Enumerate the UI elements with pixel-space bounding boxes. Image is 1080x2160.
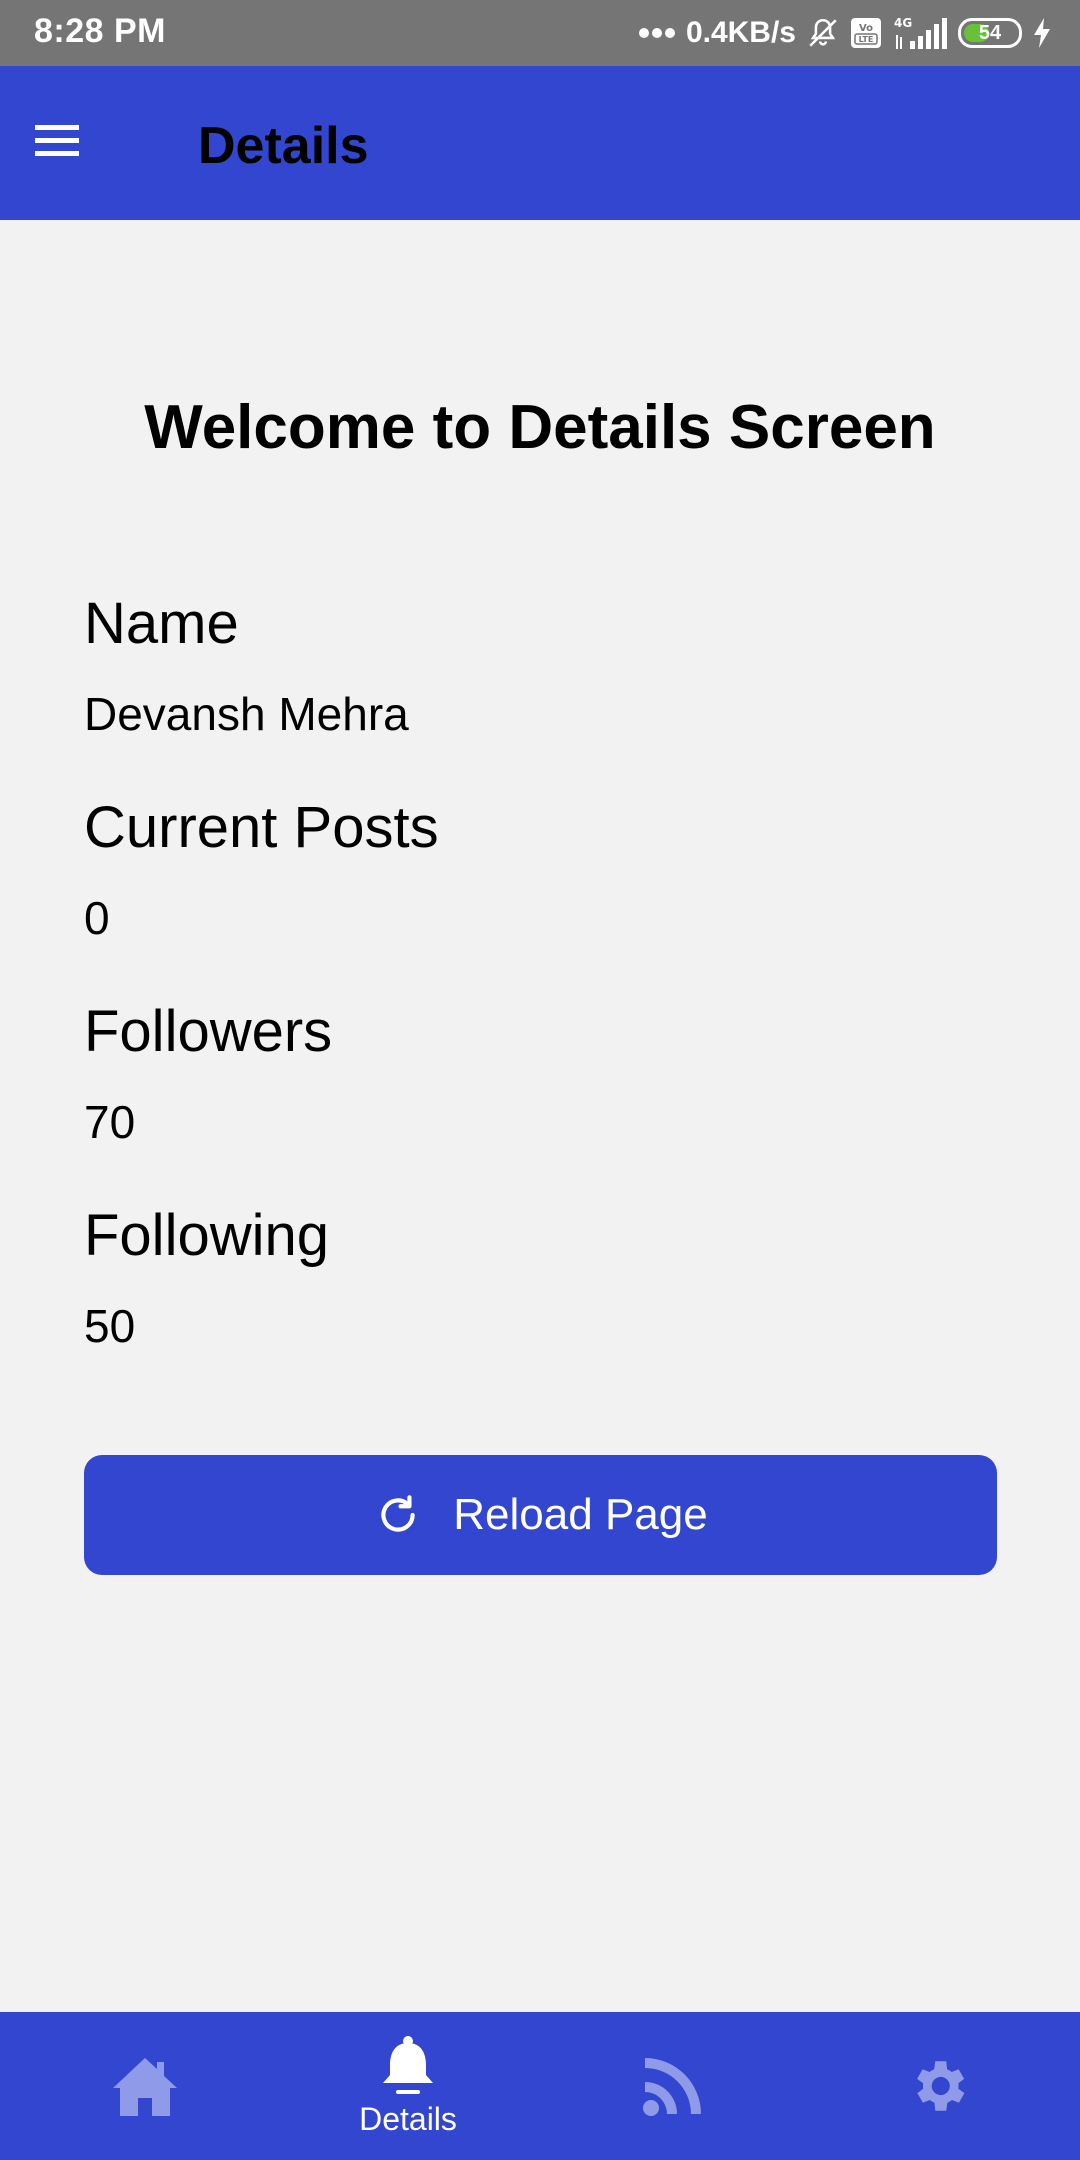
name-value: Devansh Mehra	[84, 688, 409, 740]
home-icon	[113, 2058, 177, 2116]
volte-icon: Vo LTE	[851, 18, 881, 48]
status-bar: 8:28 PM 0.4KB/s Vo LTE 4G 54	[0, 0, 1080, 66]
nav-label-details: Details	[359, 2100, 457, 2137]
status-time: 8:28 PM	[34, 12, 166, 50]
refresh-icon	[381, 1495, 415, 1532]
rss-feed-icon	[643, 2058, 701, 2116]
name-label: Name	[84, 591, 239, 656]
svg-text:LTE: LTE	[859, 35, 874, 44]
following-label: Following	[84, 1203, 329, 1268]
nav-item-settings[interactable]	[803, 2012, 1073, 2160]
reload-page-label: Reload Page	[453, 1490, 708, 1539]
followers-value: 70	[84, 1096, 136, 1148]
reload-page-button[interactable]: Reload Page	[84, 1455, 997, 1575]
nav-item-home[interactable]	[10, 2012, 280, 2160]
followers-label: Followers	[84, 999, 333, 1064]
svg-text:Vo: Vo	[859, 23, 873, 34]
bell-off-icon	[809, 18, 837, 47]
current-posts-value: 0	[84, 892, 110, 944]
nav-item-details[interactable]: Details	[273, 2012, 543, 2160]
network-speed: 0.4KB/s	[685, 16, 796, 49]
gear-icon	[917, 2061, 965, 2111]
network-type-label: 4G	[894, 16, 912, 30]
following-value: 50	[84, 1300, 136, 1352]
bottom-navigation: Details	[0, 2012, 1080, 2160]
status-indicators: 0.4KB/s Vo LTE 4G 54	[638, 10, 1052, 56]
nav-item-feed[interactable]	[538, 2012, 808, 2160]
battery-icon: 54	[958, 18, 1022, 48]
page-title: Details	[198, 117, 369, 175]
current-posts-label: Current Posts	[84, 795, 439, 860]
menu-button[interactable]	[22, 106, 92, 176]
hamburger-menu-icon	[35, 125, 79, 156]
more-dots-icon	[638, 28, 675, 38]
welcome-heading: Welcome to Details Screen	[144, 393, 936, 462]
signal-4g-icon: 4G	[894, 16, 947, 49]
app-bar: Details	[0, 66, 1080, 220]
bell-icon	[383, 2035, 433, 2094]
battery-level: 54	[978, 22, 1002, 44]
charging-bolt-icon	[1034, 18, 1050, 48]
